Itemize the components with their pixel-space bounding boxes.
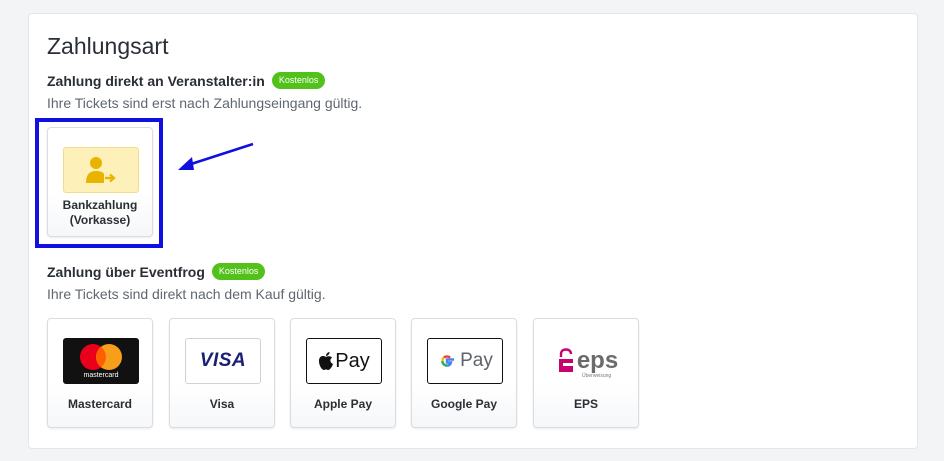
direct-payment-heading-text: Zahlung direkt an Veranstalter:in [47, 72, 265, 89]
visa-wordmark: VISA [199, 350, 247, 371]
google-pay-wordmark: Pay [460, 350, 493, 371]
visa-logo: VISA [185, 338, 261, 384]
apple-icon [319, 352, 334, 370]
arrow-left-icon [178, 142, 254, 170]
free-badge: Kostenlos [211, 263, 266, 280]
visa-label: Visa [209, 397, 235, 411]
page-title: Zahlungsart [47, 33, 169, 59]
visa-option[interactable]: VISA Visa [169, 318, 275, 428]
google-pay-label: Google Pay [430, 397, 498, 411]
eventfrog-payment-heading: Zahlung über Eventfrog Kostenlos [47, 263, 266, 280]
free-badge: Kostenlos [271, 72, 326, 89]
mastercard-label: Mastercard [67, 397, 133, 411]
google-pay-logo: Pay [427, 338, 503, 384]
eps-wordmark: eps [576, 347, 619, 374]
direct-payment-subtext: Ihre Tickets sind erst nach Zahlungseing… [47, 95, 363, 111]
direct-payment-heading: Zahlung direkt an Veranstalter:in Kosten… [47, 72, 326, 89]
eps-lock-icon [558, 348, 573, 372]
eventfrog-payment-heading-text: Zahlung über Eventfrog [47, 263, 205, 280]
eps-logo: eps Überweisung [549, 338, 625, 384]
highlight-box [35, 118, 163, 248]
eps-subtext: Überweisung [582, 373, 612, 379]
eps-label: EPS [573, 397, 598, 411]
mastercard-wordmark: mastercard [83, 372, 119, 379]
eventfrog-payment-subtext: Ihre Tickets sind direkt nach dem Kauf g… [47, 286, 326, 302]
mastercard-logo: mastercard [63, 338, 139, 384]
apple-pay-wordmark: Pay [335, 349, 370, 372]
google-g-icon [441, 355, 455, 367]
apple-pay-label: Apple Pay [313, 397, 373, 411]
mastercard-option[interactable]: mastercard Mastercard [47, 318, 153, 428]
apple-pay-logo: Pay [306, 338, 382, 384]
eps-option[interactable]: eps Überweisung EPS [533, 318, 639, 428]
google-pay-option[interactable]: Pay Google Pay [411, 318, 517, 428]
apple-pay-option[interactable]: Pay Apple Pay [290, 318, 396, 428]
